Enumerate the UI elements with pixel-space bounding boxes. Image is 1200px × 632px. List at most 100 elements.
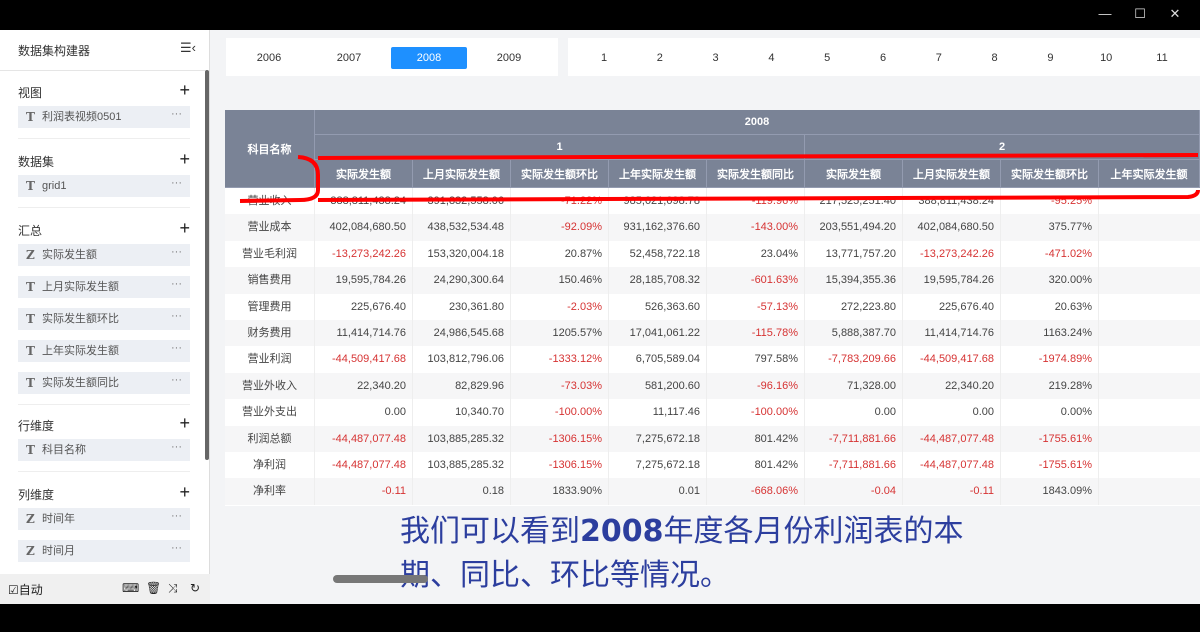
table-cell: -96.16% bbox=[707, 372, 805, 400]
month-tab[interactable]: 2 bbox=[640, 47, 680, 69]
row-label: 营业外收入 bbox=[225, 372, 315, 400]
table-cell: -1755.61% bbox=[1001, 452, 1099, 479]
row-label: 财务费用 bbox=[225, 320, 315, 347]
field-item[interactable]: Tgrid1 ··· bbox=[18, 175, 190, 197]
add-icon[interactable]: + bbox=[179, 218, 190, 239]
refresh-icon[interactable]: ↻ bbox=[190, 581, 200, 595]
table-cell: 20.63% bbox=[1001, 293, 1099, 320]
maximize-button[interactable]: ☐ bbox=[1125, 6, 1155, 22]
row-label: 营业外支出 bbox=[225, 399, 315, 426]
month-tab[interactable]: 7 bbox=[919, 47, 959, 69]
table-row: 净利润 -44,487,077.48 103,885,285.32 -1306.15%… bbox=[225, 452, 1200, 479]
year-tab[interactable]: 2009 bbox=[471, 47, 547, 69]
add-icon[interactable]: + bbox=[179, 482, 190, 503]
table-cell: -44,487,077.48 bbox=[903, 452, 1001, 479]
add-icon[interactable]: + bbox=[179, 80, 190, 101]
more-icon[interactable]: ··· bbox=[171, 369, 182, 391]
close-button[interactable]: ✕ bbox=[1160, 6, 1190, 22]
more-icon[interactable]: ··· bbox=[171, 305, 182, 327]
field-item[interactable]: Z 实际发生额 ··· bbox=[18, 244, 190, 266]
section-header: 行维度 + bbox=[18, 413, 190, 439]
table-cell: 931,162,376.60 bbox=[609, 214, 707, 241]
more-icon[interactable]: ··· bbox=[171, 537, 182, 559]
field-label: 实际发生额 bbox=[42, 249, 97, 261]
month-tab[interactable]: 3 bbox=[696, 47, 736, 69]
field-item[interactable]: T 上月实际发生额 ··· bbox=[18, 276, 190, 298]
table-cell: -44,487,077.48 bbox=[315, 425, 413, 452]
year-tab[interactable]: 2006 bbox=[231, 47, 307, 69]
table-cell: 103,885,285.32 bbox=[413, 425, 511, 452]
month-tab[interactable]: 8 bbox=[975, 47, 1015, 69]
more-icon[interactable]: ··· bbox=[171, 337, 182, 359]
field-item[interactable]: Z 时间月 ··· bbox=[18, 540, 190, 562]
row-label: 营业成本 bbox=[225, 214, 315, 241]
table-cell: -0.11 bbox=[903, 478, 1001, 505]
field-item[interactable]: T 上年实际发生额 ··· bbox=[18, 340, 190, 362]
month-tab[interactable]: 1 bbox=[584, 47, 624, 69]
table-cell: -73.03% bbox=[511, 372, 609, 400]
table-row: 管理费用 225,676.40 230,361.80 -2.03% 526,363.60… bbox=[225, 293, 1200, 320]
table-cell: 150.46% bbox=[511, 267, 609, 294]
sidebar-scrollbar[interactable] bbox=[205, 70, 209, 460]
field-item[interactable]: T 实际发生额环比 ··· bbox=[18, 308, 190, 330]
month-tab[interactable]: 6 bbox=[863, 47, 903, 69]
table-cell: 11,414,714.76 bbox=[903, 320, 1001, 347]
month-tab[interactable]: 10 bbox=[1086, 47, 1126, 69]
table-cell: -115.78% bbox=[707, 320, 805, 347]
table-cell: 801.42% bbox=[707, 452, 805, 479]
section-label: 数据集 bbox=[18, 155, 55, 169]
horizontal-scrollbar[interactable] bbox=[333, 575, 428, 583]
table-cell: -0.04 bbox=[805, 478, 903, 505]
table-cell: -2.03% bbox=[511, 293, 609, 320]
auto-checkbox[interactable]: ☑自动 bbox=[8, 581, 43, 598]
text-type-icon: T bbox=[26, 110, 35, 124]
column-header: 上年实际发生额 bbox=[609, 160, 707, 188]
field-item[interactable]: T 科目名称 ··· bbox=[18, 439, 190, 461]
table-cell: 22,340.20 bbox=[903, 372, 1001, 400]
table-cell: 320.00% bbox=[1001, 267, 1099, 294]
field-label: 上月实际发生额 bbox=[42, 281, 119, 293]
row-label: 营业收入 bbox=[225, 188, 315, 215]
month-tab[interactable]: 4 bbox=[751, 47, 791, 69]
more-icon[interactable]: ··· bbox=[171, 505, 182, 527]
field-label: 时间月 bbox=[42, 545, 75, 557]
more-icon[interactable]: ··· bbox=[171, 241, 182, 263]
year-tab[interactable]: 2007 bbox=[311, 47, 387, 69]
table-row: 财务费用 11,414,714.76 24,986,545.68 1205.57% 17… bbox=[225, 320, 1200, 347]
more-icon[interactable]: ··· bbox=[171, 273, 182, 295]
minimize-button[interactable]: — bbox=[1090, 6, 1120, 21]
row-label: 净利润 bbox=[225, 452, 315, 479]
table-cell: 203,551,494.20 bbox=[805, 214, 903, 241]
more-icon[interactable]: ··· bbox=[171, 172, 182, 194]
table-cell: -95.25% bbox=[1001, 188, 1099, 215]
add-icon[interactable]: + bbox=[179, 413, 190, 434]
month-tab[interactable]: 11 bbox=[1142, 47, 1182, 69]
sidebar-section: 列维度 + Z 时间年 ··· Z 时间月 ··· bbox=[18, 482, 190, 572]
table-cell: 402,084,680.50 bbox=[903, 214, 1001, 241]
field-item[interactable]: T 实际发生额同比 ··· bbox=[18, 372, 190, 394]
subtitle-year: 2008 bbox=[580, 514, 664, 549]
table-cell: 24,986,545.68 bbox=[413, 320, 511, 347]
table-cell: -7,783,209.66 bbox=[805, 346, 903, 373]
shuffle-icon[interactable]: ⤨ bbox=[168, 581, 178, 596]
section-label: 列维度 bbox=[18, 488, 55, 502]
table-cell: -1974.89% bbox=[1001, 346, 1099, 373]
month-tab[interactable]: 9 bbox=[1030, 47, 1070, 69]
more-icon[interactable]: ··· bbox=[171, 103, 182, 125]
row-label: 销售费用 bbox=[225, 267, 315, 294]
field-item[interactable]: T 利润表视频0501 ··· bbox=[18, 106, 190, 128]
table-cell: -0.11 bbox=[315, 478, 413, 505]
table-cell: 82,829.96 bbox=[413, 372, 511, 400]
month-tab[interactable]: 5 bbox=[807, 47, 847, 69]
collapse-panel-icon[interactable]: ☰‹ bbox=[180, 40, 196, 56]
code-icon[interactable]: ⌨ bbox=[122, 581, 139, 595]
year-tab[interactable]: 2008 bbox=[391, 47, 467, 69]
more-icon[interactable]: ··· bbox=[171, 436, 182, 458]
add-icon[interactable]: + bbox=[179, 149, 190, 170]
field-item[interactable]: Z 时间年 ··· bbox=[18, 508, 190, 530]
trash-icon[interactable]: 🗑 bbox=[146, 581, 161, 595]
table-cell: -1306.15% bbox=[511, 452, 609, 479]
section-label: 汇总 bbox=[18, 224, 43, 238]
text-type-icon: T bbox=[26, 376, 35, 390]
section-header: 视图 + bbox=[18, 80, 190, 106]
